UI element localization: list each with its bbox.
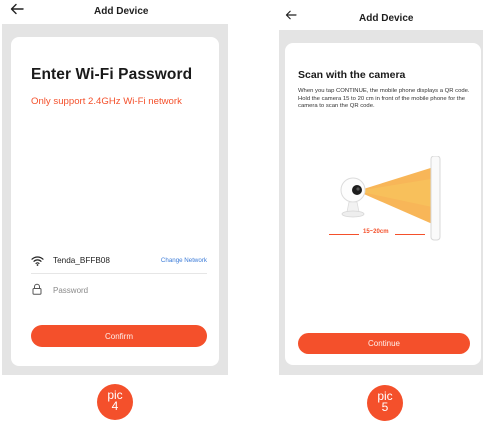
scan-description: When you tap CONTINUE, the mobile phone … bbox=[298, 88, 470, 110]
card-title: Enter Wi-Fi Password bbox=[31, 66, 193, 83]
back-button[interactable] bbox=[10, 3, 28, 19]
distance-line-right bbox=[395, 234, 425, 235]
wifi-icon bbox=[31, 256, 44, 266]
wifi-password-card: Enter Wi-Fi Password Only support 2.4GHz… bbox=[11, 37, 219, 366]
scan-instructions-card: Scan with the camera When you tap CONTIN… bbox=[285, 43, 481, 365]
screen-scan-with-camera: Add Device Scan with the camera When you… bbox=[279, 0, 483, 375]
lock-icon bbox=[32, 283, 42, 295]
screen-enter-wifi-password: Add Device Enter Wi-Fi Password Only sup… bbox=[2, 0, 228, 375]
top-bar: Add Device bbox=[279, 0, 483, 30]
distance-line-left bbox=[329, 234, 359, 235]
phone-icon bbox=[430, 156, 441, 241]
badge-number: 4 bbox=[111, 399, 119, 413]
top-bar: Add Device bbox=[2, 0, 228, 24]
change-network-link[interactable]: Change Network bbox=[161, 257, 207, 264]
page-title: Add Device bbox=[94, 6, 149, 17]
page-title: Add Device bbox=[359, 13, 414, 24]
back-button[interactable] bbox=[285, 10, 303, 26]
arrow-left-icon bbox=[285, 10, 297, 20]
badge-number: 5 bbox=[381, 400, 389, 414]
password-input[interactable] bbox=[53, 282, 203, 298]
confirm-button[interactable]: Confirm bbox=[31, 325, 207, 347]
continue-button[interactable]: Continue bbox=[298, 333, 470, 354]
card-title: Scan with the camera bbox=[298, 69, 406, 81]
password-row bbox=[31, 282, 207, 302]
distance-indicator: 15~20cm bbox=[329, 229, 425, 241]
wifi-network-row: Tenda_BFFB08 Change Network bbox=[31, 252, 207, 274]
arrow-left-icon bbox=[10, 3, 24, 15]
step-badge-pic-4: pic 4 bbox=[97, 384, 133, 420]
network-warning: Only support 2.4GHz Wi-Fi network bbox=[31, 96, 182, 107]
wifi-ssid: Tenda_BFFB08 bbox=[53, 256, 110, 265]
step-badge-pic-5: pic 5 bbox=[367, 385, 403, 421]
distance-label: 15~20cm bbox=[363, 229, 389, 235]
